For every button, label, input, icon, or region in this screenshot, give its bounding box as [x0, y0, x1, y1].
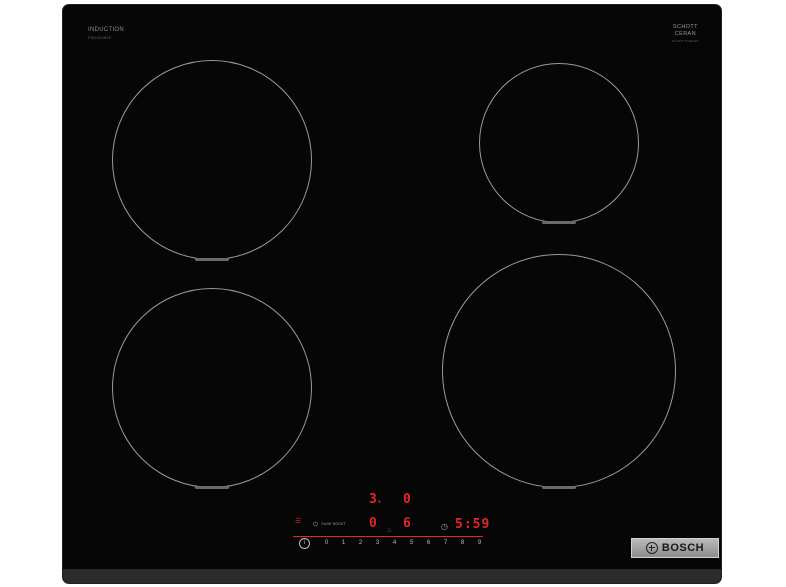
glass-brand-line2: CERAN	[674, 31, 697, 37]
zone-rear-left[interactable]	[112, 60, 312, 261]
scale-1[interactable]: 1	[335, 540, 352, 546]
zone-rear-right[interactable]	[479, 63, 639, 224]
zone-indicator	[195, 486, 229, 489]
cooktop-frame-edge	[63, 569, 721, 583]
bosch-logo-icon	[645, 542, 658, 554]
zone-indicator	[195, 258, 229, 261]
scale-0[interactable]: 0	[318, 540, 335, 546]
brand-badge: BOSCH	[631, 538, 719, 558]
scale-8[interactable]: 8	[454, 540, 471, 546]
boost-label[interactable]: BOOST	[333, 522, 345, 526]
scale-6[interactable]: 6	[420, 540, 437, 546]
zone-front-right[interactable]	[442, 254, 676, 489]
scale-7[interactable]: 7	[437, 540, 454, 546]
zone-indicator	[542, 221, 576, 224]
scale-3[interactable]: 3	[369, 540, 386, 546]
timer-icon[interactable]: ◷	[441, 522, 448, 531]
onoff-label: On/Off	[321, 522, 332, 526]
boost-icon: △	[387, 527, 392, 533]
power-icon[interactable]: ⏻	[313, 522, 318, 529]
zone-front-left[interactable]	[112, 288, 312, 489]
display-rear-right[interactable]: 0	[403, 492, 412, 507]
scale-5[interactable]: 5	[403, 540, 420, 546]
scale-4[interactable]: 4	[386, 540, 403, 546]
cooktop: INDUCTION PIE631HB1E SCHOTT CERAN SCHOTT…	[63, 5, 721, 583]
glass-brand: SCHOTT CERAN SCHOTTCERAN	[672, 24, 699, 45]
power-slider[interactable]	[293, 536, 483, 537]
model-code: PIE631HB1E	[88, 36, 112, 40]
info-icon[interactable]: i	[299, 538, 310, 549]
scale-2[interactable]: 2	[352, 540, 369, 546]
product-label: INDUCTION PIE631HB1E	[88, 26, 124, 42]
display-front-left[interactable]: 0	[369, 516, 378, 531]
product-line: INDUCTION	[88, 27, 125, 33]
slider-scale[interactable]: 0 1 2 3 4 5 6 7 8 9	[318, 540, 488, 546]
glass-brand-line1: SCHOTT	[672, 24, 698, 30]
display-rear-left[interactable]: 3s	[369, 492, 382, 507]
lock-icon[interactable]: ☰	[295, 517, 301, 525]
scale-9[interactable]: 9	[471, 540, 488, 546]
glass-brand-tiny: SCHOTTCERAN	[671, 39, 699, 43]
timer-display[interactable]: 5:59	[455, 517, 490, 532]
zone-indicator	[542, 486, 576, 489]
display-front-right[interactable]: 6	[403, 516, 412, 531]
brand-name: BOSCH	[661, 542, 705, 554]
